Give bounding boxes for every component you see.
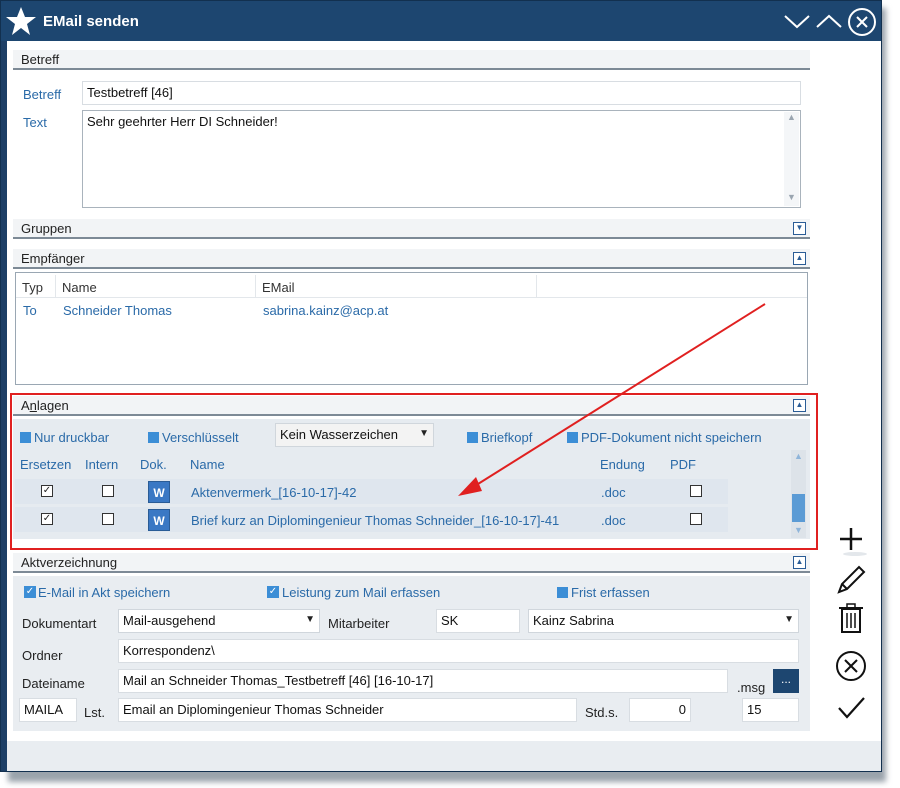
column-header-name[interactable]: Name (62, 280, 97, 295)
text-label: Text (23, 115, 47, 130)
recipient-typ[interactable]: To (23, 303, 37, 318)
section-title: Gruppen (21, 221, 72, 236)
recipient-email[interactable]: sabrina.kainz@acp.at (263, 303, 388, 318)
lst-code-input[interactable]: MAILA (19, 698, 77, 722)
dokumentart-select[interactable]: Mail-ausgehend ▼ (118, 609, 320, 633)
window-title: EMail senden (43, 13, 139, 30)
lst-text-input[interactable]: Email an Diplomingenieur Thomas Schneide… (118, 698, 577, 722)
lst-label: Lst. (84, 705, 105, 720)
expand-icon[interactable]: ▼ (793, 222, 806, 235)
ordner-label: Ordner (22, 648, 63, 663)
stds-input[interactable]: 0 (629, 698, 691, 722)
trash-icon[interactable] (833, 600, 869, 636)
chevron-up-icon[interactable] (815, 11, 843, 31)
text-scrollbar[interactable]: ▲ ▼ (784, 112, 799, 206)
dateiname-label: Dateiname (22, 676, 85, 691)
action-panel (821, 41, 881, 741)
dateiname-ext: .msg (737, 680, 766, 695)
dateiname-input[interactable]: Mail an Schneider Thomas_Testbetreff [46… (118, 669, 728, 693)
collapse-icon[interactable]: ▲ (793, 252, 806, 265)
betreff-label: Betreff (23, 87, 62, 102)
grid-divider (255, 275, 256, 297)
minutes-input[interactable]: 15 (742, 698, 799, 722)
section-title: Empfänger (21, 251, 85, 266)
grid-divider (55, 275, 56, 297)
mitarbeiter-code-input[interactable]: SK (436, 609, 520, 633)
dokumentart-value: Mail-ausgehend (123, 613, 216, 628)
pencil-icon[interactable] (833, 562, 869, 598)
section-header-empfaenger[interactable]: Empfänger ▲ (13, 249, 810, 269)
stds-label: Std.s. (585, 705, 619, 720)
email-in-akt-checkbox[interactable]: ✓ (24, 586, 36, 598)
text-area[interactable]: Sehr geehrter Herr DI Schneider! (82, 110, 801, 208)
scroll-up-icon[interactable]: ▲ (787, 112, 796, 122)
recipient-name[interactable]: Schneider Thomas (63, 303, 172, 318)
column-header-email[interactable]: EMail (262, 280, 295, 295)
dropdown-arrow-icon: ▼ (784, 614, 794, 625)
cancel-icon[interactable] (833, 648, 869, 684)
collapse-icon[interactable]: ▲ (793, 556, 806, 569)
close-circle-icon[interactable] (847, 7, 877, 37)
leistung-label[interactable]: Leistung zum Mail erfassen (282, 585, 440, 600)
email-in-akt-label[interactable]: E-Mail in Akt speichern (38, 585, 170, 600)
bottom-strip (7, 741, 881, 771)
mitarbeiter-select[interactable]: Kainz Sabrina ▼ (528, 609, 799, 633)
grid-divider (536, 275, 537, 297)
browse-button[interactable]: ... (773, 669, 799, 693)
section-title: Betreff (21, 52, 60, 67)
title-bar: EMail senden (1, 1, 881, 41)
betreff-input[interactable]: Testbetreff [46] (82, 81, 801, 105)
frist-checkbox[interactable] (557, 587, 568, 598)
section-header-gruppen[interactable]: Gruppen ▼ (13, 219, 810, 239)
mitarbeiter-name: Kainz Sabrina (533, 613, 614, 628)
section-header-betreff[interactable]: Betreff (13, 50, 810, 70)
column-header-typ[interactable]: Typ (22, 280, 43, 295)
check-icon[interactable] (833, 690, 869, 726)
dropdown-arrow-icon: ▼ (305, 614, 315, 625)
leistung-checkbox[interactable]: ✓ (267, 586, 279, 598)
annotation-arrow (458, 303, 766, 496)
dokumentart-label: Dokumentart (22, 616, 97, 631)
plus-icon[interactable] (833, 522, 869, 558)
mitarbeiter-label: Mitarbeiter (328, 616, 390, 631)
star-icon (6, 7, 36, 35)
scroll-down-icon[interactable]: ▼ (787, 192, 796, 202)
ordner-input[interactable]: Korrespondenz\ (118, 639, 799, 663)
section-title: Aktverzeichnung (21, 555, 118, 570)
chevron-down-icon[interactable] (783, 11, 811, 31)
section-header-aktverzeichnung[interactable]: Aktverzeichnung ▲ (13, 553, 810, 573)
frist-label[interactable]: Frist erfassen (571, 585, 650, 600)
